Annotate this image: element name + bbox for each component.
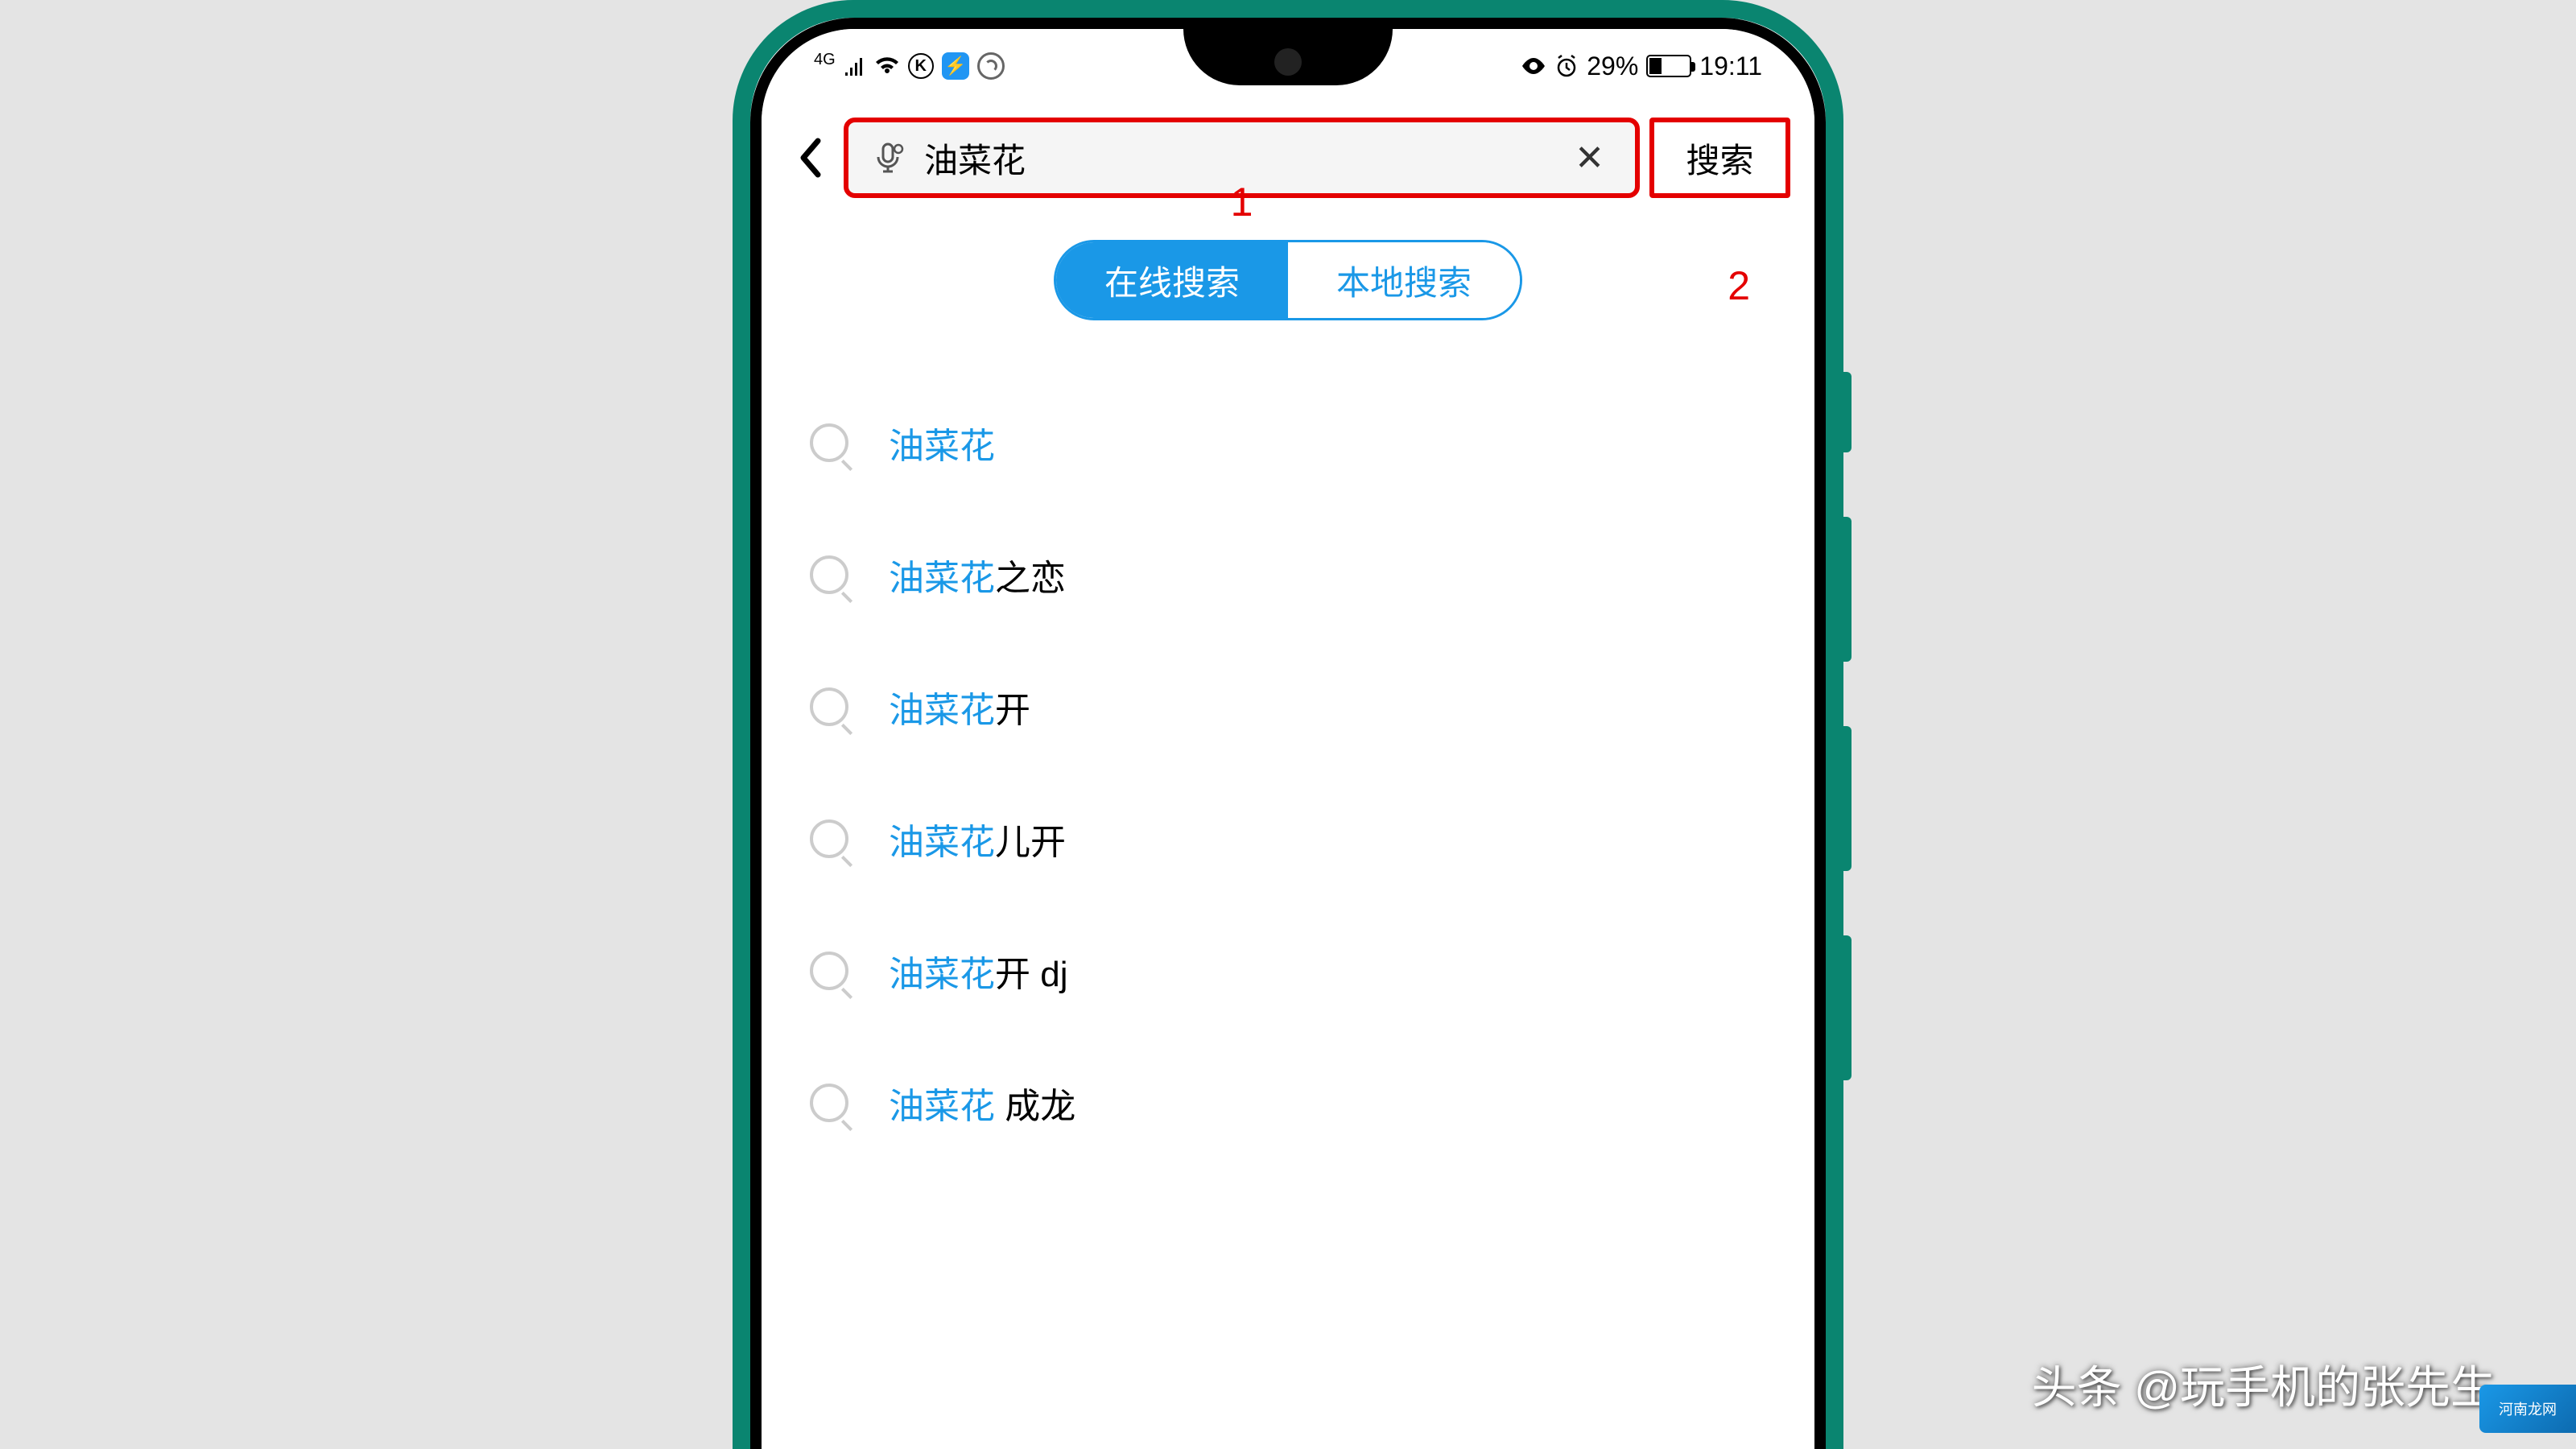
search-header: 油菜花 1 ✕ 搜索 <box>762 93 1814 222</box>
search-query-text: 油菜花 <box>924 134 1567 183</box>
back-button[interactable] <box>786 134 834 182</box>
suggestion-item[interactable]: 油菜花 成龙 <box>810 1037 1766 1169</box>
clear-icon[interactable]: ✕ <box>1567 138 1612 179</box>
tab-local-search[interactable]: 本地搜索 <box>1288 242 1520 318</box>
phone-frame: 4G K ⚡ 29% 19:11 <box>733 0 1843 1449</box>
signal-4g-label: 4G <box>814 51 836 69</box>
status-time: 19:11 <box>1699 52 1762 81</box>
search-toggle: 在线搜索 本地搜索 <box>762 240 1814 320</box>
suggestion-item[interactable]: 油菜花儿开 <box>810 773 1766 905</box>
phone-side-button <box>1840 517 1852 662</box>
mic-icon[interactable] <box>871 141 905 175</box>
phone-side-button <box>1840 935 1852 1080</box>
blue-badge-icon: ⚡ <box>942 52 969 80</box>
alarm-icon <box>1554 54 1579 78</box>
search-icon <box>810 555 848 594</box>
suggestion-item[interactable]: 油菜花开 dj <box>810 905 1766 1037</box>
wifi-icon <box>874 56 900 76</box>
battery-icon <box>1646 55 1691 77</box>
search-icon <box>810 423 848 462</box>
search-button[interactable]: 搜索 <box>1649 118 1790 198</box>
watermark-badge: 河南龙网 <box>2479 1385 2576 1433</box>
screen: 4G K ⚡ 29% 19:11 <box>762 29 1814 1449</box>
watermark-text: 头条 @玩手机的张先生 <box>2032 1352 2496 1417</box>
notch <box>1183 29 1393 85</box>
battery-percent: 29% <box>1587 52 1638 81</box>
search-icon <box>810 687 848 726</box>
annotation-1: 1 <box>1231 179 1253 225</box>
search-icon <box>810 952 848 990</box>
tab-online-search[interactable]: 在线搜索 <box>1056 242 1288 318</box>
k-circle-icon: K <box>908 53 934 79</box>
suggestion-item[interactable]: 油菜花开 <box>810 641 1766 773</box>
suggestion-item[interactable]: 油菜花 <box>810 377 1766 509</box>
swirl-icon <box>977 52 1005 80</box>
phone-side-button <box>1840 726 1852 871</box>
signal-icon <box>844 56 866 76</box>
eye-icon <box>1521 58 1546 74</box>
phone-side-button <box>1840 372 1852 452</box>
suggestions-list: 油菜花 油菜花之恋 油菜花开 油菜花儿开 油菜花开 dj 油菜花 成龙 <box>762 377 1814 1169</box>
suggestion-item[interactable]: 油菜花之恋 <box>810 509 1766 641</box>
search-icon <box>810 1084 848 1122</box>
search-icon <box>810 819 848 858</box>
search-input[interactable]: 油菜花 1 ✕ <box>844 118 1640 198</box>
